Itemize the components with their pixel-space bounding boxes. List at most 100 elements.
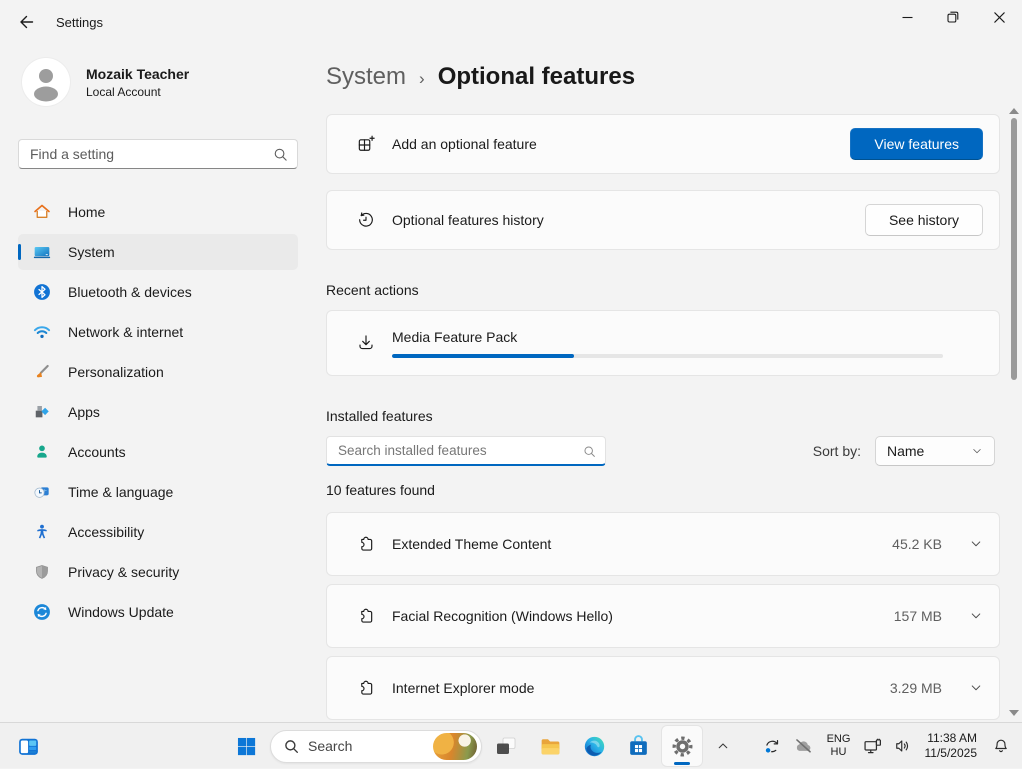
network-status-button[interactable]	[858, 726, 888, 766]
settings-app-button[interactable]	[662, 726, 702, 766]
see-history-button[interactable]: See history	[865, 204, 983, 236]
file-explorer-button[interactable]	[530, 726, 570, 766]
taskbar-search-label: Search	[308, 738, 352, 754]
breadcrumb-parent[interactable]: System	[326, 63, 406, 91]
cloud-offline-icon	[793, 736, 814, 757]
minimize-button[interactable]	[884, 0, 930, 34]
system-icon	[32, 242, 52, 262]
tray-date: 11/5/2025	[925, 746, 978, 761]
system-tray: ENG HU 11:38 AM 11/5/2025	[756, 723, 1019, 769]
start-button[interactable]	[226, 726, 266, 766]
tray-overflow-button[interactable]	[706, 726, 740, 766]
language-switcher[interactable]: ENG HU	[820, 726, 858, 766]
sort-dropdown[interactable]: Name	[875, 436, 995, 466]
installed-search-input[interactable]	[327, 437, 605, 464]
time-language-icon	[32, 482, 52, 502]
scrollbar	[1008, 106, 1020, 718]
sidebar-item-home[interactable]: Home	[18, 194, 298, 230]
sidebar-item-apps[interactable]: Apps	[18, 394, 298, 430]
update-status-button[interactable]	[756, 726, 788, 766]
installed-filter-row: Sort by: Name	[326, 436, 1000, 466]
search-icon	[273, 147, 288, 162]
settings-search-input[interactable]	[19, 140, 297, 168]
features-history-label: Optional features history	[392, 212, 544, 228]
sync-update-icon	[762, 736, 782, 756]
sidebar-item-network-internet[interactable]: Network & internet	[18, 314, 298, 350]
sidebar-item-accessibility[interactable]: Accessibility	[18, 514, 298, 550]
sidebar-item-privacy-security[interactable]: Privacy & security	[18, 554, 298, 590]
microsoft-store-button[interactable]	[618, 726, 658, 766]
microsoft-store-icon	[626, 734, 651, 759]
wifi-icon	[32, 322, 52, 342]
recent-action-card: Media Feature Pack	[326, 310, 1000, 376]
file-explorer-icon	[538, 734, 563, 759]
breadcrumb: System › Optional features	[326, 60, 1000, 94]
speaker-icon	[893, 736, 913, 756]
sidebar-item-system[interactable]: System	[18, 234, 298, 270]
maximize-restore-button[interactable]	[930, 0, 976, 34]
restore-icon	[947, 11, 959, 23]
feature-row-extended-theme-content[interactable]: Extended Theme Content 45.2 KB	[326, 512, 1000, 576]
user-account[interactable]: Mozaik Teacher Local Account	[22, 58, 298, 106]
sidebar-item-time-language[interactable]: Time & language	[18, 474, 298, 510]
settings-search-box	[18, 139, 298, 169]
sidebar-item-label: Accessibility	[68, 524, 144, 540]
sidebar-item-personalization[interactable]: Personalization	[18, 354, 298, 390]
settings-gear-icon	[670, 734, 695, 759]
paintbrush-icon	[32, 362, 52, 382]
main-content: System › Optional features Add an option…	[326, 44, 1000, 720]
search-icon	[284, 739, 299, 754]
page-title: Optional features	[438, 63, 635, 91]
expand-chevron-icon[interactable]	[969, 609, 983, 623]
feature-row-facial-recognition[interactable]: Facial Recognition (Windows Hello) 157 M…	[326, 584, 1000, 648]
sidebar: Mozaik Teacher Local Account Home System	[0, 44, 316, 634]
recent-actions-heading: Recent actions	[326, 282, 1000, 298]
expand-chevron-icon[interactable]	[969, 537, 983, 551]
sort-dropdown-value: Name	[887, 443, 924, 459]
sidebar-item-accounts[interactable]: Accounts	[18, 434, 298, 470]
sidebar-item-label: Time & language	[68, 484, 173, 500]
widgets-button[interactable]	[8, 726, 48, 766]
person-icon	[22, 58, 70, 106]
scrollbar-thumb[interactable]	[1011, 118, 1017, 380]
volume-button[interactable]	[888, 726, 918, 766]
scrollbar-down-arrow[interactable]	[1009, 710, 1019, 716]
puzzle-icon	[356, 678, 376, 698]
feature-name: Internet Explorer mode	[392, 680, 534, 696]
edge-browser-button[interactable]	[574, 726, 614, 766]
search-icon	[583, 445, 596, 458]
recent-action-name: Media Feature Pack	[392, 329, 943, 345]
breadcrumb-separator: ›	[419, 66, 425, 89]
back-arrow-icon	[18, 14, 34, 30]
notification-center-button[interactable]	[984, 726, 1018, 766]
expand-chevron-icon[interactable]	[969, 681, 983, 695]
feature-size: 3.29 MB	[890, 680, 942, 696]
add-feature-icon	[356, 134, 376, 154]
windows-update-icon	[32, 602, 52, 622]
apps-icon	[32, 402, 52, 422]
clock[interactable]: 11:38 AM 11/5/2025	[918, 726, 985, 766]
feature-row-internet-explorer-mode[interactable]: Internet Explorer mode 3.29 MB	[326, 656, 1000, 720]
accessibility-icon	[32, 522, 52, 542]
feature-name: Extended Theme Content	[392, 536, 551, 552]
bing-daily-image[interactable]	[433, 733, 477, 760]
onedrive-status-button[interactable]	[788, 726, 820, 766]
view-features-button[interactable]: View features	[850, 128, 983, 160]
language-primary: ENG	[827, 733, 851, 746]
sidebar-nav: Home System Bluetooth & devices Network …	[18, 194, 298, 630]
download-icon	[356, 333, 376, 353]
sidebar-item-bluetooth-devices[interactable]: Bluetooth & devices	[18, 274, 298, 310]
scrollbar-up-arrow[interactable]	[1009, 108, 1019, 114]
sidebar-item-label: Privacy & security	[68, 564, 179, 580]
taskbar: Search ENG HU	[0, 722, 1022, 768]
window-controls	[884, 0, 1022, 34]
close-button[interactable]	[976, 0, 1022, 34]
active-app-indicator	[674, 762, 690, 765]
sidebar-item-windows-update[interactable]: Windows Update	[18, 594, 298, 630]
task-view-button[interactable]	[486, 726, 526, 766]
selected-accent-pill	[18, 244, 21, 260]
chevron-down-icon	[971, 445, 983, 457]
taskbar-search[interactable]: Search	[270, 730, 482, 763]
back-button[interactable]	[6, 5, 46, 39]
feature-size: 45.2 KB	[892, 536, 942, 552]
